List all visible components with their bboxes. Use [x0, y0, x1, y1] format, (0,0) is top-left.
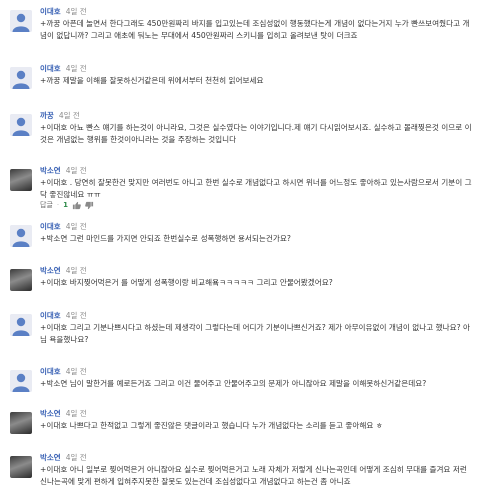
- user-photo-avatar[interactable]: [10, 456, 32, 478]
- comment-author[interactable]: 이대호: [40, 311, 61, 320]
- comment-time[interactable]: 4일 전: [66, 64, 87, 73]
- comment-time[interactable]: 4일 전: [66, 409, 87, 418]
- comment-time[interactable]: 4일 전: [66, 166, 87, 175]
- comment-text: +이대호 바지찢어먹은거 를 어떻게 성폭행이랑 비교해욬ㅋㅋㅋㅋㅋ 그리고 안…: [40, 278, 333, 287]
- comment-actions: 답글 · 1: [40, 200, 94, 210]
- comment-author[interactable]: 까꿍: [40, 111, 54, 120]
- default-avatar-icon[interactable]: [10, 114, 32, 136]
- comment-author[interactable]: 이대호: [40, 367, 61, 376]
- comment-text: +이대호 아뇨 빤스 얘기를 하는것이 아니라요, 그것은 실수였다는 이야기입…: [40, 123, 472, 144]
- comment-time[interactable]: 4일 전: [66, 7, 87, 16]
- comment-time[interactable]: 4일 전: [59, 111, 80, 120]
- comment-text: +이대호 나쁘다고 한적없고 그렇게 좋진않은 댓글이라고 했습니다 누가 개념…: [40, 421, 383, 430]
- comment-text: +박소연 그런 마인드를 가지면 안되죠 한번실수로 성폭행하면 용서되는건가요…: [40, 234, 291, 243]
- reply-link[interactable]: 답글: [40, 200, 53, 210]
- default-avatar-icon[interactable]: [10, 67, 32, 89]
- comment-text: +까꿍 제말을 이해를 잘못하신거같은데 위에서부터 천천히 읽어보세요: [40, 76, 264, 85]
- comment-text: +이대호 그리고 기분나쁘시다고 하셨는데 제생각이 그렇다는데 어디가 기분이…: [40, 323, 471, 344]
- comment-text: +이대호 . 당연히 잘못한건 맞지만 여러번도 아니고 한번 실수로 개념없다…: [40, 178, 472, 199]
- comment-time[interactable]: 4일 전: [66, 453, 87, 462]
- default-avatar-icon[interactable]: [10, 370, 32, 392]
- comment-author[interactable]: 박소연: [40, 166, 61, 175]
- comment-text: +박소연 님이 말한거를 예로든거죠 그리고 이건 물어주고 안물어주고의 문제…: [40, 379, 427, 388]
- separator-dot: ·: [56, 201, 60, 209]
- comment-text: +이대호 아니 일부로 찢어먹은거 아니잖아요 실수로 찢어먹은거고 노래 자체…: [40, 465, 467, 486]
- comment-author[interactable]: 이대호: [40, 222, 61, 231]
- thumbs-down-icon[interactable]: [85, 201, 94, 210]
- user-photo-avatar[interactable]: [10, 412, 32, 434]
- comment-author[interactable]: 이대호: [40, 7, 61, 16]
- comment-time[interactable]: 4일 전: [66, 266, 87, 275]
- comment-time[interactable]: 4일 전: [66, 367, 87, 376]
- thumbs-up-icon[interactable]: [72, 201, 81, 210]
- default-avatar-icon[interactable]: [10, 10, 32, 32]
- comment-text: +까꿍 아픈데 놀면서 한다그래도 450만원짜리 바지를 입고있는데 조심성없…: [40, 19, 470, 40]
- default-avatar-icon[interactable]: [10, 225, 32, 247]
- default-avatar-icon[interactable]: [10, 314, 32, 336]
- comment-author[interactable]: 박소연: [40, 453, 61, 462]
- comment-time[interactable]: 4일 전: [66, 222, 87, 231]
- like-count: 1: [63, 201, 68, 209]
- user-photo-avatar[interactable]: [10, 169, 32, 191]
- user-photo-avatar[interactable]: [10, 269, 32, 291]
- comment-author[interactable]: 이대호: [40, 64, 61, 73]
- comment-thread: 이대호 4일 전 +까꿍 아픈데 놀면서 한다그래도 450만원짜리 바지를 입고…: [0, 0, 480, 487]
- comment-author[interactable]: 박소연: [40, 266, 61, 275]
- comment-time[interactable]: 4일 전: [66, 311, 87, 320]
- comment-author[interactable]: 박소연: [40, 409, 61, 418]
